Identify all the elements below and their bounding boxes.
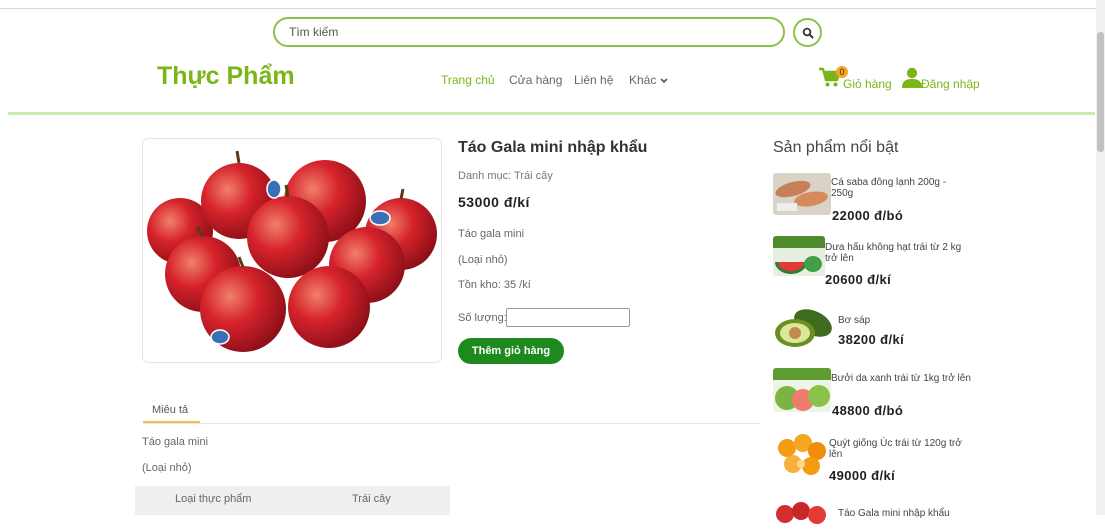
nav-more[interactable]: Khác [629,73,668,87]
spec-key: Loại thực phẩm [175,493,252,505]
product-thumbnail [773,368,831,412]
quantity-input[interactable] [506,308,630,327]
featured-item-name[interactable]: Dưa hấu không hạt trái từ 2 kg trở lên [825,242,965,264]
featured-item-name[interactable]: Táo Gala mini nhập khẩu [838,508,968,519]
add-to-cart-button[interactable]: Thêm giỏ hàng [458,338,564,364]
tab-active-indicator [143,421,200,423]
tab-description[interactable]: Miêu tả [152,404,188,416]
login-link[interactable]: Đăng nhập [921,77,980,91]
header-divider [8,112,1095,115]
nav-contact[interactable]: Liên hệ [574,73,613,87]
product-thumbnail [773,173,831,215]
featured-title: Sản phẩm nổi bật [773,139,899,156]
product-category: Danh mục: Trái cây [458,170,553,182]
featured-item-price: 38200 đ/kí [838,332,905,347]
nav-shop[interactable]: Cửa hàng [509,73,562,87]
product-title: Táo Gala mini nhập khẩu [458,139,648,156]
featured-item-name[interactable]: Bơ sáp [838,315,958,326]
product-thumbnail [773,500,831,530]
product-price: 53000 đ/kí [458,194,530,210]
nav-more-label: Khác [629,73,657,87]
description-line: Táo gala mini [142,436,209,448]
product-thumbnail [773,303,835,351]
top-border [0,8,1105,9]
tab-divider [143,423,760,424]
product-thumbnail [773,432,829,476]
nav-home[interactable]: Trang chủ [441,73,495,87]
user-icon[interactable] [902,67,922,89]
search-input[interactable] [273,17,785,47]
search-button[interactable] [793,18,822,47]
product-stock: Tồn kho: 35 /kí [458,279,531,291]
site-logo[interactable]: Thực Phẩm [157,62,295,91]
featured-item-price: 48800 đ/bó [832,403,904,418]
search-icon [802,27,813,38]
spec-value: Trái cây [352,493,391,505]
featured-item-price: 22000 đ/bó [832,208,904,223]
product-desc-line: (Loại nhỏ) [458,254,508,266]
product-desc-line: Táo gala mini [458,228,525,240]
featured-item-price: 49000 đ/kí [829,468,896,483]
apples-image [147,150,437,352]
scrollbar[interactable] [1096,0,1105,515]
featured-item-name[interactable]: Quýt giống Úc trái từ 120g trở lên [829,438,969,460]
chevron-down-icon [660,78,668,83]
description-line: (Loại nhỏ) [142,462,192,474]
quantity-label: Số lượng: [458,312,507,324]
spec-table-row: Loại thực phẩm Trái cây [135,486,450,515]
product-image [142,138,442,363]
scrollbar-thumb[interactable] [1097,32,1104,152]
cart-link[interactable]: Giỏ hàng [843,77,892,91]
featured-item-name[interactable]: Cá saba đông lạnh 200g - 250g [831,177,966,199]
featured-item-name[interactable]: Bưởi da xanh trái từ 1kg trở lên [831,373,971,384]
featured-item-price: 20600 đ/kí [825,272,892,287]
product-thumbnail [773,236,825,276]
